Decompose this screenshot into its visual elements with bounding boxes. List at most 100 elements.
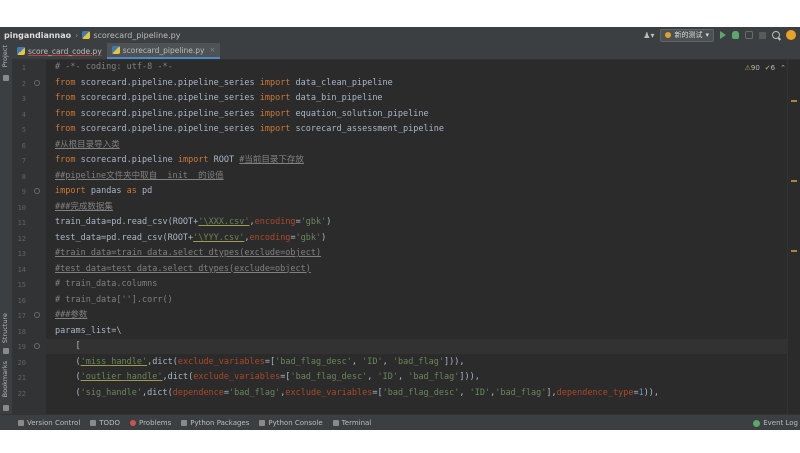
code-line: #test_data=test_data.select_dtypes(exclu… — [55, 263, 311, 274]
warning-marker[interactable] — [791, 180, 797, 182]
package-icon — [181, 419, 188, 426]
editor-scrollbar[interactable] — [787, 60, 800, 414]
breadcrumb-file-label: scorecard_pipeline.py — [93, 30, 181, 40]
tool-window-bar: Version Control TODO Problems Python Pac… — [0, 414, 800, 430]
ide-window: pingandiannao › scorecard_pipeline.py ♟▾… — [0, 27, 800, 430]
line-number: 16 — [17, 296, 26, 305]
warning-count: ⚠90 — [744, 64, 760, 72]
bookmarks-tool-button[interactable]: Bookmarks — [1, 361, 9, 397]
event-log-icon — [753, 419, 761, 427]
python-file-icon — [111, 46, 120, 54]
editor-tab-bar: score_card_code.py scorecard_pipeline.py… — [12, 43, 800, 60]
code-line: ###参数 — [55, 310, 88, 320]
debug-icon[interactable] — [732, 31, 739, 39]
stop-icon[interactable] — [759, 31, 766, 39]
line-number: 12 — [17, 234, 26, 243]
todo-button[interactable]: TODO — [90, 419, 120, 427]
code-line: ('sig_handle',dict(dependence='bad_flag'… — [55, 387, 660, 398]
toolbar-right: ♟▾ 新的测试 ▾ — [643, 27, 800, 43]
run-configuration-select[interactable]: 新的测试 ▾ — [660, 28, 714, 42]
fold-marker-icon[interactable] — [34, 80, 40, 86]
run-icon[interactable] — [720, 31, 726, 39]
code-line: import pandas as pd — [55, 186, 153, 196]
fold-marker-icon[interactable] — [34, 312, 40, 318]
search-icon[interactable] — [772, 31, 780, 39]
chevron-up-icon[interactable]: ⌃ — [780, 64, 786, 72]
line-number: 18 — [17, 327, 26, 336]
fold-marker-icon[interactable] — [34, 188, 40, 194]
code-line: from scorecard.pipeline.pipeline_series … — [55, 124, 444, 134]
code-line: ('outlier_handle',dict(exclude_variables… — [55, 372, 480, 382]
weak-warning-count: ✔6 — [764, 64, 776, 72]
line-number: 14 — [17, 265, 26, 274]
code-line: test_data=pd.read_csv(ROOT+'\YYY.csv',en… — [55, 232, 327, 243]
line-number: 20 — [17, 358, 26, 367]
line-number: 8 — [21, 172, 26, 181]
chevron-down-icon: ▾ — [705, 31, 709, 39]
python-file-icon — [17, 47, 25, 55]
code-editor[interactable]: # -*- coding: utf-8 -*- from scorecard.p… — [46, 60, 795, 414]
line-number: 21 — [17, 374, 26, 382]
line-number: 7 — [21, 157, 26, 165]
run-configuration-label: 新的测试 — [674, 31, 703, 39]
code-line-current: [ — [46, 339, 795, 354]
warning-marker[interactable] — [791, 250, 797, 252]
line-number: 19 — [17, 343, 26, 351]
bookmark-icon — [3, 405, 9, 411]
code-line: #从根目录导入类 — [55, 139, 120, 150]
user-icon[interactable]: ♟▾ — [643, 31, 654, 40]
update-icon[interactable] — [786, 30, 796, 40]
structure-icon — [3, 348, 9, 354]
project-name[interactable]: pingandiannao — [4, 31, 71, 40]
code-line: # train_data[''].corr() — [55, 294, 173, 305]
line-number: 13 — [17, 250, 26, 258]
code-line: # train_data.columns — [55, 279, 158, 289]
tab-score-card-code[interactable]: score_card_code.py — [12, 43, 107, 59]
line-number: 9 — [21, 188, 26, 196]
close-icon[interactable]: × — [209, 46, 215, 54]
code-line: from scorecard.pipeline.pipeline_series … — [55, 108, 429, 119]
project-tool-button[interactable]: Project — [1, 45, 9, 67]
line-number: 4 — [21, 110, 26, 119]
fold-marker-icon[interactable] — [34, 343, 40, 349]
version-control-button[interactable]: Version Control — [18, 419, 80, 427]
line-number: 2 — [21, 79, 26, 88]
python-file-icon — [82, 31, 91, 39]
inspection-widget[interactable]: ⚠90 ✔6 ⌃ — [745, 64, 786, 72]
coverage-icon[interactable] — [745, 31, 753, 39]
breadcrumb-file[interactable]: scorecard_pipeline.py — [82, 31, 180, 40]
breadcrumb-separator: › — [75, 30, 79, 40]
line-number-gutter[interactable]: 1 2 3 4 5 6 7 8 9 10 11 12 13 14 15 16 1… — [12, 60, 46, 414]
tab-label: score_card_code.py — [28, 46, 102, 56]
code-line: params_list=\ — [55, 325, 122, 336]
warning-marker[interactable] — [791, 100, 797, 102]
line-number: 3 — [21, 95, 26, 103]
line-number: 1 — [21, 64, 26, 72]
event-log-button[interactable]: Event Log — [753, 415, 798, 430]
tab-scorecard-pipeline[interactable]: scorecard_pipeline.py × — [106, 43, 221, 59]
terminal-icon — [332, 419, 339, 426]
code-line: #train_data=train_data.select_dtypes(exc… — [55, 248, 322, 258]
python-console-button[interactable]: Python Console — [259, 419, 323, 427]
problems-icon — [129, 419, 136, 426]
console-icon — [259, 419, 266, 426]
line-number: 17 — [17, 312, 26, 320]
tab-label: scorecard_pipeline.py — [122, 45, 205, 55]
terminal-button[interactable]: Terminal — [332, 419, 371, 427]
line-number: 11 — [17, 219, 26, 227]
line-number: 6 — [21, 141, 26, 150]
code-line: # -*- coding: utf-8 -*- — [55, 62, 173, 72]
line-number: 22 — [17, 389, 26, 398]
code-line: from scorecard.pipeline.pipeline_series … — [55, 77, 393, 88]
navigation-bar: pingandiannao › scorecard_pipeline.py ♟▾… — [0, 27, 800, 43]
problems-button[interactable]: Problems — [129, 419, 171, 427]
list-icon — [90, 419, 97, 426]
structure-tool-button[interactable]: Structure — [1, 313, 9, 343]
folder-icon — [3, 75, 9, 81]
line-number: 10 — [17, 203, 26, 212]
branch-icon — [18, 419, 24, 426]
code-line: ##pipeline文件夹中取自__init__的设值 — [55, 170, 224, 181]
python-packages-button[interactable]: Python Packages — [181, 419, 249, 427]
code-line: from scorecard.pipeline import ROOT #当前目… — [55, 155, 304, 165]
python-config-icon — [665, 32, 672, 38]
